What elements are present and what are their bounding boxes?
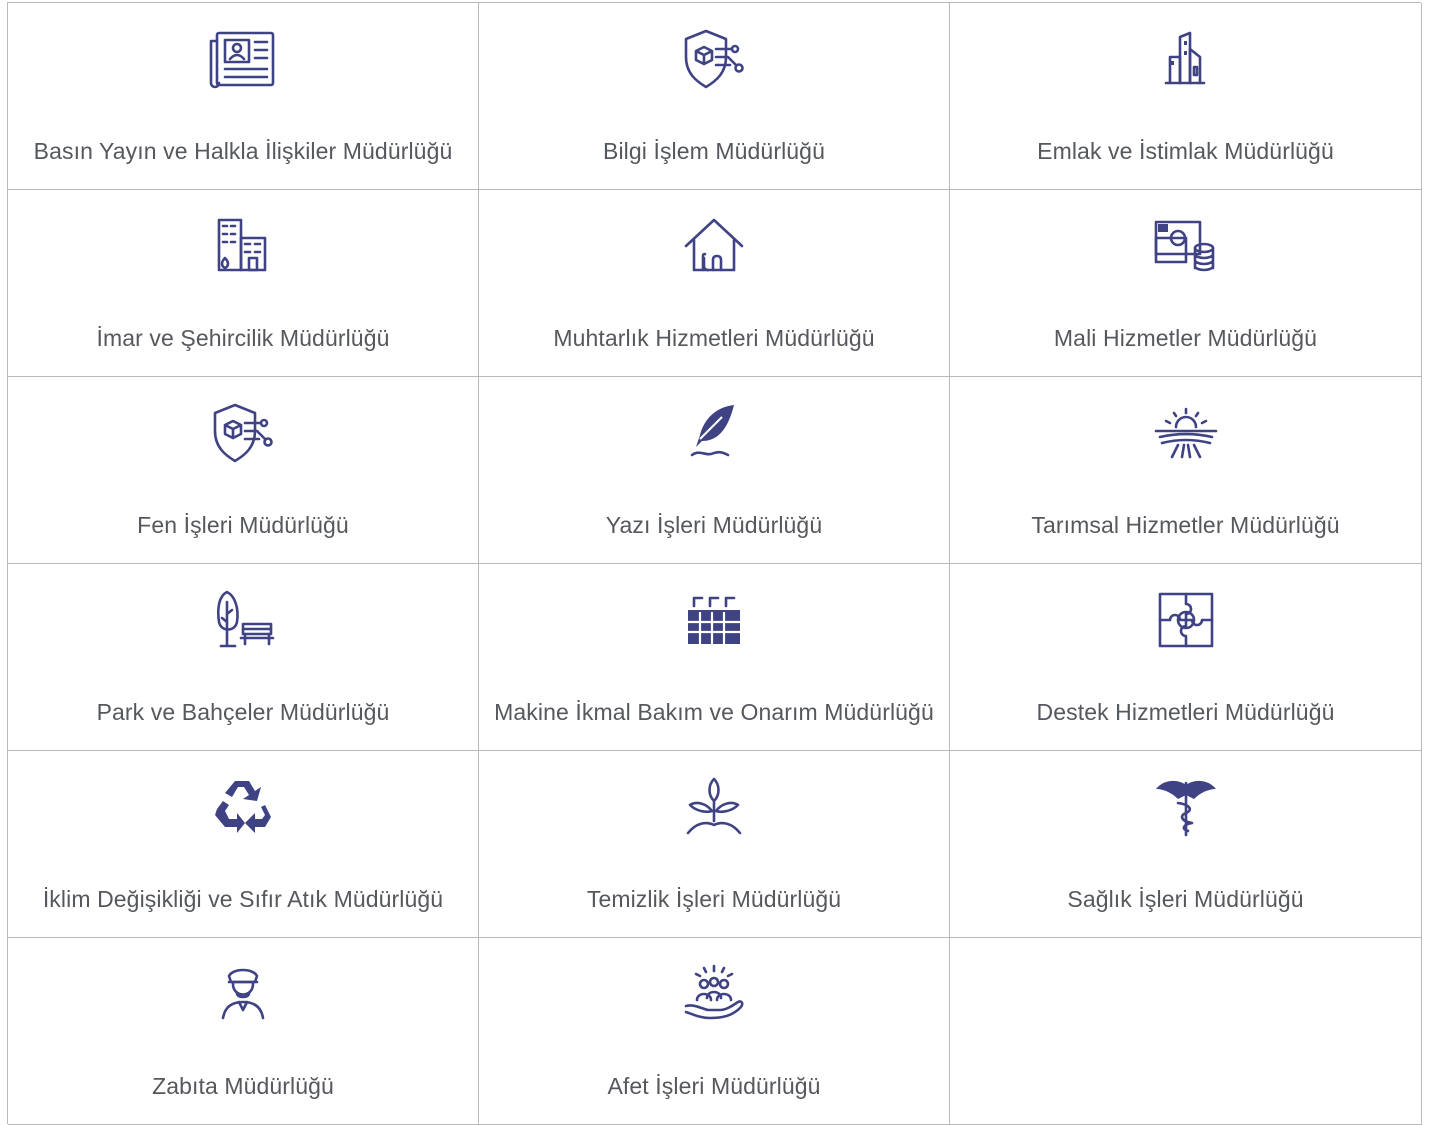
- caduceus-icon: [1148, 775, 1224, 839]
- directorate-label: İklim Değişikliği ve Sıfır Atık Müdürlüğ…: [42, 886, 444, 912]
- directorate-card-machinery[interactable]: Makine İkmal Bakım ve Onarım Müdürlüğü: [479, 564, 950, 751]
- directorate-card-writing[interactable]: Yazı İşleri Müdürlüğü: [479, 377, 950, 564]
- directorate-card-real-estate[interactable]: Emlak ve İstimlak Müdürlüğü: [950, 3, 1422, 190]
- directorate-label: Destek Hizmetleri Müdürlüğü: [1036, 699, 1335, 725]
- directorate-label: Temizlik İşleri Müdürlüğü: [586, 886, 842, 912]
- directorate-card-agriculture[interactable]: Tarımsal Hizmetler Müdürlüğü: [950, 377, 1422, 564]
- real-estate-icon: [1148, 27, 1224, 91]
- directorate-label: İmar ve Şehircilik Müdürlüğü: [96, 325, 390, 351]
- factory-icon: [676, 588, 752, 652]
- recycle-icon: [205, 775, 281, 839]
- directorate-card-muhtar[interactable]: Muhtarlık Hizmetleri Müdürlüğü: [479, 190, 950, 377]
- directorate-label: Tarımsal Hizmetler Müdürlüğü: [1031, 512, 1340, 538]
- directorate-card-it[interactable]: Bilgi İşlem Müdürlüğü: [479, 3, 950, 190]
- directorate-card-support[interactable]: Destek Hizmetleri Müdürlüğü: [950, 564, 1422, 751]
- newspaper-icon: [205, 27, 281, 91]
- empty-cell: [950, 938, 1422, 1125]
- directorate-label: Sağlık İşleri Müdürlüğü: [1067, 886, 1304, 912]
- directorate-label: Zabıta Müdürlüğü: [152, 1073, 334, 1099]
- directorate-card-press[interactable]: Basın Yayın ve Halkla İlişkiler Müdürlüğ…: [8, 3, 479, 190]
- directorate-card-zoning[interactable]: İmar ve Şehircilik Müdürlüğü: [8, 190, 479, 377]
- sun-field-icon: [1148, 401, 1224, 465]
- directorate-label: Yazı İşleri Müdürlüğü: [605, 512, 823, 538]
- sprout-icon: [676, 775, 752, 839]
- directorate-label: Park ve Bahçeler Müdürlüğü: [96, 699, 390, 725]
- directorate-label: Afet İşleri Müdürlüğü: [607, 1073, 821, 1099]
- city-buildings-icon: [205, 214, 281, 278]
- directorate-label: Makine İkmal Bakım ve Onarım Müdürlüğü: [494, 699, 934, 725]
- feather-pen-icon: [676, 401, 752, 465]
- park-bench-icon: [205, 588, 281, 652]
- network-shield-icon: [205, 401, 281, 465]
- directorate-card-works[interactable]: Fen İşleri Müdürlüğü: [8, 377, 479, 564]
- directorate-card-parks[interactable]: Park ve Bahçeler Müdürlüğü: [8, 564, 479, 751]
- directorate-label: Mali Hizmetler Müdürlüğü: [1053, 325, 1318, 351]
- directorate-card-finance[interactable]: Mali Hizmetler Müdürlüğü: [950, 190, 1422, 377]
- directorates-grid: Basın Yayın ve Halkla İlişkiler Müdürlüğ…: [7, 2, 1422, 1125]
- directorate-label: Muhtarlık Hizmetleri Müdürlüğü: [553, 325, 875, 351]
- directorate-card-disaster[interactable]: Afet İşleri Müdürlüğü: [479, 938, 950, 1125]
- money-coins-icon: [1148, 214, 1224, 278]
- officer-icon: [205, 962, 281, 1026]
- directorate-label: Fen İşleri Müdürlüğü: [137, 512, 349, 538]
- directorate-card-municipal-police[interactable]: Zabıta Müdürlüğü: [8, 938, 479, 1125]
- directorate-card-cleaning[interactable]: Temizlik İşleri Müdürlüğü: [479, 751, 950, 938]
- house-icon: [676, 214, 752, 278]
- network-shield-icon: [676, 27, 752, 91]
- directorate-label: Basın Yayın ve Halkla İlişkiler Müdürlüğ…: [33, 138, 453, 164]
- directorate-card-climate[interactable]: İklim Değişikliği ve Sıfır Atık Müdürlüğ…: [8, 751, 479, 938]
- people-hand-icon: [676, 962, 752, 1026]
- puzzle-support-icon: [1148, 588, 1224, 652]
- directorate-label: Emlak ve İstimlak Müdürlüğü: [1037, 138, 1334, 164]
- directorate-label: Bilgi İşlem Müdürlüğü: [603, 138, 825, 164]
- directorate-card-health[interactable]: Sağlık İşleri Müdürlüğü: [950, 751, 1422, 938]
